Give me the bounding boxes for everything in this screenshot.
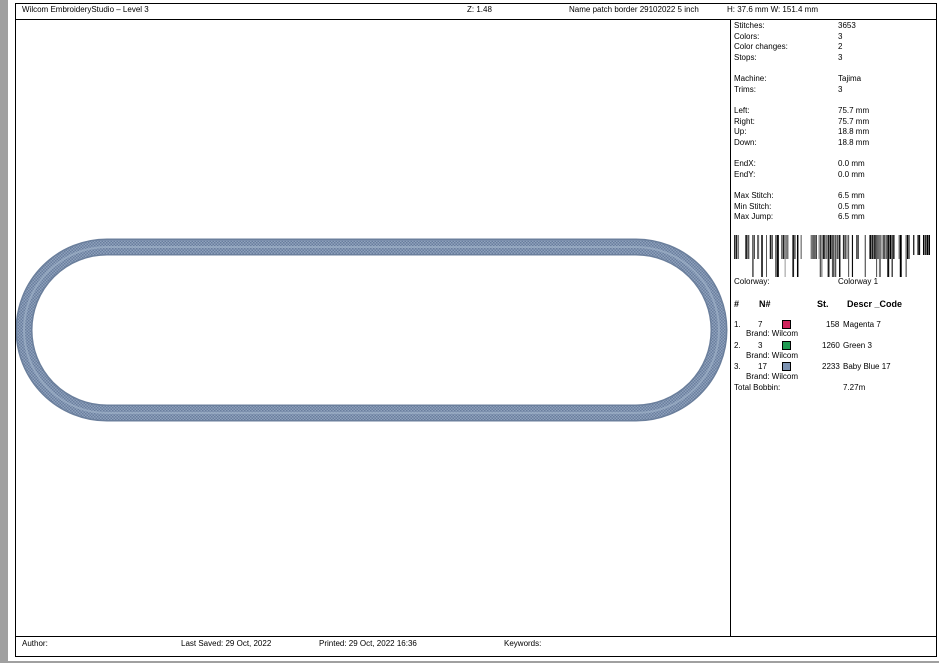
col-stitches-header: St. — [817, 299, 829, 309]
col-descr-header: Descr _Code — [847, 299, 903, 309]
thread-row-index: 2. — [734, 341, 741, 350]
endx-value: 0.0 mm — [838, 159, 865, 168]
endx-label: EndX: — [734, 159, 756, 168]
left-label: Left: — [734, 106, 750, 115]
app-title: Wilcom EmbroideryStudio – Level 3 — [22, 5, 149, 14]
thread-row-brand: Brand: Wilcom — [746, 329, 799, 338]
thread-row-brand: Brand: Wilcom — [746, 351, 799, 360]
endy-label: EndY: — [734, 170, 756, 179]
right-label: Right: — [734, 117, 755, 126]
stitches-label: Stitches: — [734, 21, 765, 30]
min-stitch-value: 0.5 mm — [838, 202, 865, 211]
total-bobbin-value: 7.27m — [843, 383, 866, 392]
thread-row-descr: Green 3 — [843, 341, 872, 350]
down-label: Down: — [734, 138, 757, 147]
keywords-label: Keywords: — [504, 639, 542, 648]
trims-label: Trims: — [734, 85, 756, 94]
col-index-header: # — [734, 299, 740, 309]
design-canvas — [16, 238, 728, 422]
up-value: 18.8 mm — [838, 127, 870, 136]
thread-row-index: 3. — [734, 362, 741, 371]
stops-label: Stops: — [734, 53, 757, 62]
colorway-label: Colorway: — [734, 277, 770, 286]
thread-row-stitches: 2233 — [822, 362, 840, 371]
thread-color-swatch — [782, 341, 791, 350]
design-name: Name patch border 29102022 5 inch — [569, 5, 699, 14]
thread-color-swatch — [782, 362, 791, 371]
stops-value: 3 — [838, 53, 843, 62]
machine-label: Machine: — [734, 74, 767, 83]
patch-border-highlight — [23, 246, 720, 414]
left-value: 75.7 mm — [838, 106, 870, 115]
down-value: 18.8 mm — [838, 138, 870, 147]
thread-row-brand: Brand: Wilcom — [746, 372, 799, 381]
max-stitch-value: 6.5 mm — [838, 191, 865, 200]
colors-value: 3 — [838, 32, 843, 41]
patch-border-outer — [16, 238, 728, 422]
printed-date: Printed: 29 Oct, 2022 16:36 — [319, 639, 417, 648]
author-label: Author: — [22, 639, 48, 648]
footer-bar — [15, 636, 937, 657]
thread-color-swatch — [782, 320, 791, 329]
max-jump-value: 6.5 mm — [838, 212, 865, 221]
thread-row-stitches: 158 — [826, 320, 840, 329]
machine-value: Tajima — [838, 74, 862, 83]
colorway-value: Colorway 1 — [838, 277, 879, 286]
thread-row-stitches: 1260 — [822, 341, 840, 350]
col-number-header: N# — [759, 299, 771, 309]
info-panel-divider — [730, 20, 731, 636]
thread-row-descr: Baby Blue 17 — [843, 362, 891, 371]
up-label: Up: — [734, 127, 747, 136]
color-changes-value: 2 — [838, 42, 843, 51]
zoom-level: Z: 1.48 — [467, 5, 492, 14]
thread-row-number: 3 — [758, 341, 763, 350]
thread-row-index: 1. — [734, 320, 741, 329]
stitches-value: 3653 — [838, 21, 856, 30]
patch-border-stitches — [17, 240, 726, 420]
thread-row-number: 17 — [758, 362, 767, 371]
endy-value: 0.0 mm — [838, 170, 865, 179]
max-stitch-label: Max Stitch: — [734, 191, 774, 200]
last-saved: Last Saved: 29 Oct, 2022 — [181, 639, 272, 648]
total-bobbin-label: Total Bobbin: — [734, 383, 781, 392]
max-jump-label: Max Jump: — [734, 212, 774, 221]
colors-label: Colors: — [734, 32, 760, 41]
trims-value: 3 — [838, 85, 843, 94]
color-changes-label: Color changes: — [734, 42, 788, 51]
thread-row-descr: Magenta 7 — [843, 320, 881, 329]
barcode — [734, 235, 930, 277]
min-stitch-label: Min Stitch: — [734, 202, 772, 211]
design-dimensions: H: 37.6 mm W: 151.4 mm — [727, 5, 818, 14]
right-value: 75.7 mm — [838, 117, 870, 126]
